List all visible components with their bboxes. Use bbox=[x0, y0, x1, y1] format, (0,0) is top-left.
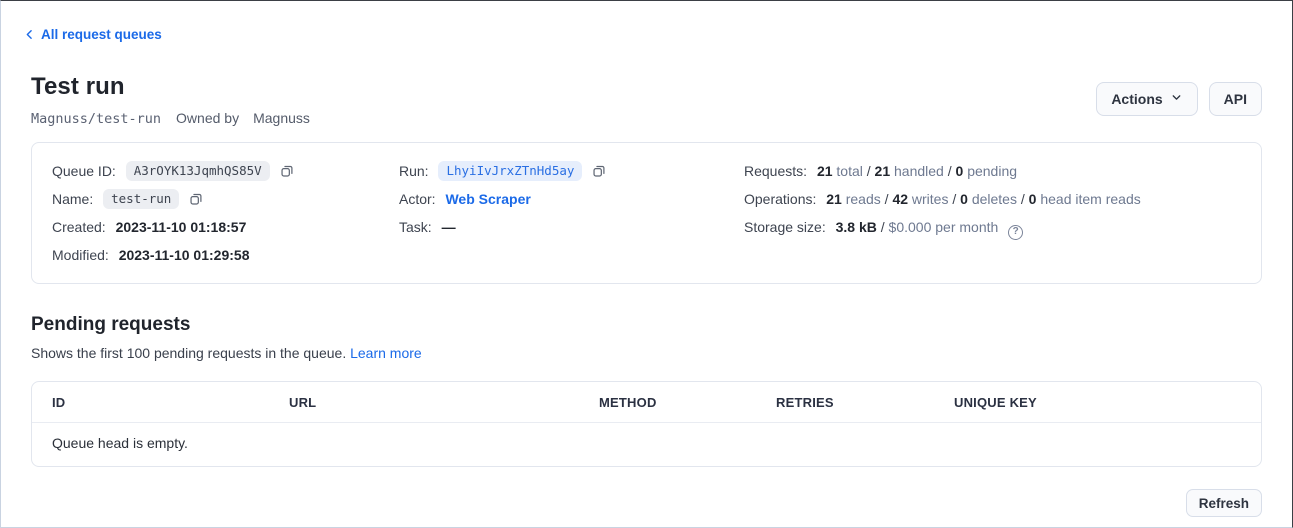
queue-id-value: A3rOYK13JqmhQS85V bbox=[126, 161, 270, 181]
breadcrumb-all-request-queues[interactable]: All request queues bbox=[23, 27, 162, 42]
breadcrumb-label: All request queues bbox=[41, 27, 162, 42]
column-header-url: URL bbox=[289, 382, 599, 423]
chevron-left-icon bbox=[23, 28, 36, 41]
stat-unit: pending bbox=[967, 163, 1017, 179]
queue-id-label: Queue ID: bbox=[52, 163, 116, 179]
overview-column-ids: Queue ID: A3rOYK13JqmhQS85V Name: test-r… bbox=[52, 157, 399, 269]
run-row: Run: LhyiIvJrxZTnHd5ay bbox=[399, 157, 744, 185]
header-buttons: Actions API bbox=[1096, 82, 1262, 116]
created-value: 2023-11-10 01:18:57 bbox=[116, 219, 247, 235]
copy-icon bbox=[189, 194, 203, 209]
stat-separator: / bbox=[952, 191, 956, 207]
task-row: Task: — bbox=[399, 213, 744, 241]
copy-icon bbox=[592, 166, 606, 181]
modified-row: Modified: 2023-11-10 01:29:58 bbox=[52, 241, 399, 269]
name-row: Name: test-run bbox=[52, 185, 399, 213]
stat-unit: handled bbox=[894, 163, 944, 179]
actions-button-label: Actions bbox=[1111, 91, 1162, 107]
stat-number: 21 bbox=[817, 163, 833, 179]
stat-number: 0 bbox=[1029, 191, 1037, 207]
stat-number: 0 bbox=[960, 191, 968, 207]
stat-unit: total bbox=[836, 163, 862, 179]
stat-unit: head item reads bbox=[1040, 191, 1140, 207]
pending-requests-title: Pending requests bbox=[31, 314, 1262, 336]
queue-id-row: Queue ID: A3rOYK13JqmhQS85V bbox=[52, 157, 399, 185]
task-value: — bbox=[442, 219, 456, 235]
actor-label: Actor: bbox=[399, 191, 436, 207]
owner-name: Magnuss bbox=[253, 110, 310, 126]
stat-number: 21 bbox=[875, 163, 891, 179]
pending-requests-subtitle: Shows the first 100 pending requests in … bbox=[31, 345, 1262, 361]
stat-unit: deletes bbox=[972, 191, 1017, 207]
name-value: test-run bbox=[103, 189, 179, 209]
refresh-row: Refresh bbox=[31, 489, 1262, 517]
actions-button[interactable]: Actions bbox=[1096, 82, 1197, 116]
stat-separator: / bbox=[867, 163, 871, 179]
page-title: Test run bbox=[31, 73, 310, 101]
stat-number: 0 bbox=[956, 163, 964, 179]
created-label: Created: bbox=[52, 219, 106, 235]
column-header-method: METHOD bbox=[599, 382, 776, 423]
copy-icon bbox=[280, 166, 294, 181]
storage-row: Storage size: 3.8 kB / $0.000 per month … bbox=[744, 213, 1241, 241]
stat-unit: reads bbox=[846, 191, 881, 207]
page-header: Test run Magnuss/test-run Owned by Magnu… bbox=[31, 73, 1262, 127]
api-button[interactable]: API bbox=[1209, 82, 1262, 116]
modified-value: 2023-11-10 01:29:58 bbox=[119, 247, 250, 263]
requests-label: Requests: bbox=[744, 163, 807, 179]
stat-separator: / bbox=[1021, 191, 1025, 207]
stat-unit: writes bbox=[912, 191, 949, 207]
pending-requests-table-card: ID URL METHOD RETRIES UNIQUE KEY Queue h… bbox=[31, 381, 1262, 467]
table-header-row: ID URL METHOD RETRIES UNIQUE KEY bbox=[32, 382, 1261, 423]
column-header-id: ID bbox=[32, 382, 289, 423]
owned-by-label: Owned by bbox=[176, 110, 239, 126]
stat-number: 21 bbox=[826, 191, 842, 207]
copy-name-button[interactable] bbox=[189, 192, 203, 209]
copy-run-id-button[interactable] bbox=[592, 164, 606, 181]
overview-card: Queue ID: A3rOYK13JqmhQS85V Name: test-r… bbox=[31, 142, 1262, 284]
requests-stats: 21 total / 21 handled / 0 pending bbox=[817, 163, 1017, 179]
stat-separator: / bbox=[885, 191, 889, 207]
column-header-unique-key: UNIQUE KEY bbox=[954, 382, 1261, 423]
request-queue-page: All request queues Test run Magnuss/test… bbox=[0, 0, 1293, 528]
title-block: Test run Magnuss/test-run Owned by Magnu… bbox=[31, 73, 310, 127]
stat-number: 42 bbox=[892, 191, 908, 207]
run-id-link[interactable]: LhyiIvJrxZTnHd5ay bbox=[438, 161, 582, 181]
overview-column-stats: Requests: 21 total / 21 handled / 0 pend… bbox=[744, 157, 1241, 269]
actor-link[interactable]: Web Scraper bbox=[445, 191, 530, 207]
column-header-retries: RETRIES bbox=[776, 382, 954, 423]
overview-column-run: Run: LhyiIvJrxZTnHd5ay Actor: Web Scrape… bbox=[399, 157, 744, 269]
requests-row: Requests: 21 total / 21 handled / 0 pend… bbox=[744, 157, 1241, 185]
help-icon[interactable]: ? bbox=[1008, 225, 1023, 240]
copy-queue-id-button[interactable] bbox=[280, 164, 294, 181]
operations-label: Operations: bbox=[744, 191, 816, 207]
modified-label: Modified: bbox=[52, 247, 109, 263]
learn-more-link[interactable]: Learn more bbox=[350, 345, 422, 361]
pending-subtitle-text: Shows the first 100 pending requests in … bbox=[31, 345, 346, 361]
operations-row: Operations: 21 reads / 42 writes / 0 del… bbox=[744, 185, 1241, 213]
actor-row: Actor: Web Scraper bbox=[399, 185, 744, 213]
storage-size-value: 3.8 kB bbox=[836, 219, 877, 235]
pending-requests-table: ID URL METHOD RETRIES UNIQUE KEY Queue h… bbox=[32, 382, 1261, 466]
task-label: Task: bbox=[399, 219, 432, 235]
storage-label: Storage size: bbox=[744, 219, 826, 235]
refresh-button[interactable]: Refresh bbox=[1186, 489, 1262, 517]
storage-separator: / bbox=[881, 219, 885, 235]
run-label: Run: bbox=[399, 163, 429, 179]
queue-path: Magnuss/test-run bbox=[31, 111, 161, 127]
subtitle-row: Magnuss/test-run Owned by Magnuss bbox=[31, 110, 310, 127]
empty-state-message: Queue head is empty. bbox=[32, 423, 1261, 467]
stat-separator: / bbox=[948, 163, 952, 179]
name-label: Name: bbox=[52, 191, 93, 207]
created-row: Created: 2023-11-10 01:18:57 bbox=[52, 213, 399, 241]
empty-state-row: Queue head is empty. bbox=[32, 423, 1261, 467]
storage-cost-value: $0.000 per month bbox=[889, 219, 999, 235]
chevron-down-icon bbox=[1170, 91, 1183, 107]
operations-stats: 21 reads / 42 writes / 0 deletes / 0 hea… bbox=[826, 191, 1140, 207]
